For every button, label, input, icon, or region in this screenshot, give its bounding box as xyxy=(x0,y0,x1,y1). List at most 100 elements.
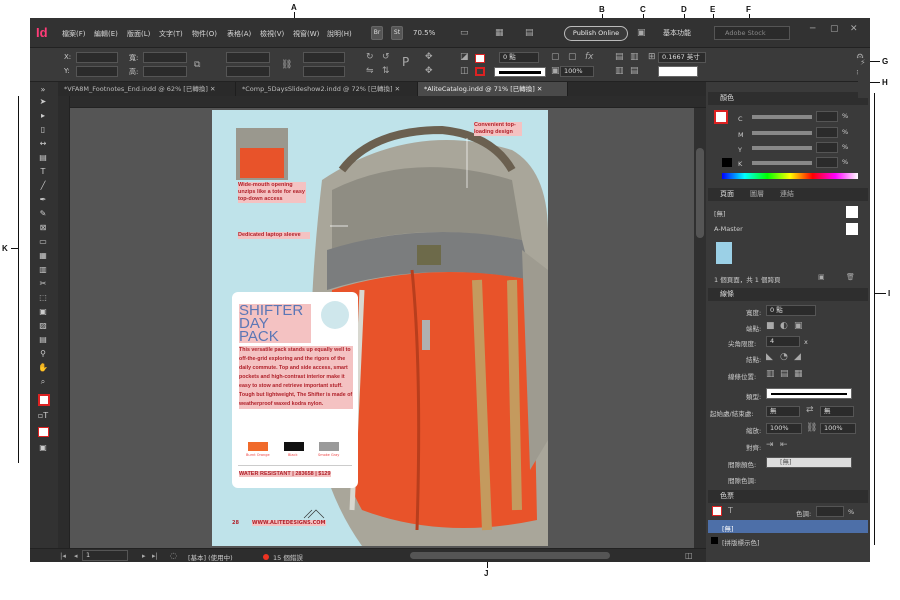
menu-help[interactable]: 說明(H) xyxy=(327,29,352,39)
direct-selection-tool-icon[interactable]: ▸ xyxy=(36,110,50,122)
scale-y-field[interactable] xyxy=(226,66,270,77)
text-wrap-icon[interactable]: ▤ xyxy=(615,52,624,62)
publish-online-button[interactable]: Publish Online xyxy=(564,26,628,41)
link-scale-chain-icon[interactable]: ⛓ xyxy=(806,423,817,433)
color-m-field[interactable] xyxy=(816,127,838,138)
fill-icon[interactable]: ◪ xyxy=(460,52,469,62)
w-field[interactable] xyxy=(143,52,187,63)
page-1-thumb[interactable] xyxy=(716,242,732,264)
table-tool-icon[interactable]: ▦ xyxy=(36,250,50,262)
align-outside-icon[interactable]: ▦ xyxy=(794,369,803,379)
flip-h-icon[interactable]: ⇋ xyxy=(366,66,374,76)
formatting-container-icon[interactable]: ▫T xyxy=(36,410,50,422)
select-content-icon[interactable]: ✥ xyxy=(425,52,433,62)
stroke-weight-field[interactable]: 0 點 xyxy=(499,52,539,63)
swatch-tint-input[interactable] xyxy=(816,506,844,517)
color-spectrum[interactable] xyxy=(722,173,858,179)
fx-icon[interactable]: fx xyxy=(585,52,594,62)
delete-page-icon[interactable]: 🗑 xyxy=(846,272,855,282)
effects-preview[interactable] xyxy=(658,66,698,77)
content-collector-icon[interactable]: ▤ xyxy=(36,152,50,164)
square-cap-icon[interactable]: ▣ xyxy=(794,321,803,331)
split-window-icon[interactable]: ◫ xyxy=(685,551,693,561)
screen-mode-tool-icon[interactable]: ▣ xyxy=(36,442,50,454)
tab-layers[interactable]: 圖層 xyxy=(750,188,764,201)
flip-v-icon[interactable]: ⇅ xyxy=(382,66,390,76)
opacity-field[interactable]: 100% xyxy=(560,66,594,77)
rotate-field[interactable] xyxy=(303,52,345,63)
horizontal-ruler[interactable] xyxy=(70,96,706,108)
drop-shadow-icon[interactable]: ▢ xyxy=(551,52,560,62)
align-inside-icon[interactable]: ▤ xyxy=(780,369,789,379)
y-field[interactable] xyxy=(76,66,118,77)
rectangle-tool-icon[interactable]: ▭ xyxy=(36,236,50,248)
color-panel-header[interactable]: 顏色 xyxy=(708,92,868,105)
menu-file[interactable]: 檔案(F) xyxy=(62,29,86,39)
stroke-swatch-none[interactable] xyxy=(475,67,485,76)
stock-button[interactable]: St xyxy=(391,26,403,40)
fill-stroke-proxy[interactable] xyxy=(714,110,728,124)
selection-p-icon[interactable]: P xyxy=(402,56,409,68)
line-tool-icon[interactable]: ╱ xyxy=(36,180,50,192)
stroke-icon[interactable]: ◫ xyxy=(460,66,469,76)
preflight-errors[interactable]: 15 個錯誤 xyxy=(273,552,303,562)
tab-pages[interactable]: 頁面 xyxy=(720,188,734,201)
preflight-profile-icon[interactable]: ◌ xyxy=(170,551,177,561)
pen-tool-icon[interactable]: ✒ xyxy=(36,194,50,206)
pages-none[interactable]: [無] xyxy=(714,208,726,218)
tab-close-icon[interactable]: ✕ xyxy=(395,85,400,93)
lightning-icon[interactable]: ⚡ xyxy=(860,58,866,68)
stroke-panel-header[interactable]: 線條 xyxy=(708,288,868,301)
next-page-icon[interactable]: ▸ xyxy=(142,551,146,561)
menu-edit[interactable]: 編輯(E) xyxy=(94,29,118,39)
gradient-swatch-tool-icon[interactable]: ▣ xyxy=(36,306,50,318)
constrain-proportions-icon[interactable]: ⧉ xyxy=(194,60,200,70)
selection-tool-icon[interactable]: ➤ xyxy=(36,96,50,108)
view-options-icon[interactable]: ▦ xyxy=(495,28,504,38)
last-page-icon[interactable]: ▸| xyxy=(152,551,158,561)
prev-page-icon[interactable]: ◂ xyxy=(74,551,78,561)
menu-table[interactable]: 表格(A) xyxy=(227,29,251,39)
menu-object[interactable]: 物件(O) xyxy=(192,29,217,39)
swatch-text-icon[interactable]: T xyxy=(728,506,733,516)
swatch-row-registration[interactable]: [拼版標示色] xyxy=(708,534,868,547)
effects-icon[interactable]: ▢ xyxy=(568,52,577,62)
pencil-tool-icon[interactable]: ✎ xyxy=(36,208,50,220)
link-scale-icon[interactable]: ⛓ xyxy=(281,60,292,70)
color-c-slider[interactable] xyxy=(752,115,812,119)
align-center-icon[interactable]: ▥ xyxy=(766,369,775,379)
align-icon[interactable]: ▥ xyxy=(615,66,624,76)
new-page-icon[interactable]: ▣ xyxy=(818,272,825,282)
collapse-toolbar-icon[interactable]: » xyxy=(36,84,50,96)
apply-none-swatch[interactable] xyxy=(38,427,49,437)
product-card[interactable]: SHIFTER DAY PACK This versatile pack sta… xyxy=(232,292,358,488)
swatch-row-none[interactable]: [無] xyxy=(708,520,868,533)
close-icon[interactable]: ✕ xyxy=(850,24,858,34)
start-arrow-select[interactable]: 無 xyxy=(766,406,800,417)
color-k-slider[interactable] xyxy=(752,161,812,165)
share-icon[interactable]: ▣ xyxy=(637,28,646,38)
color-y-field[interactable] xyxy=(816,142,838,153)
miter-limit-input[interactable]: 4 xyxy=(766,336,800,347)
vertical-scroll-thumb[interactable] xyxy=(696,148,704,238)
page-number-field[interactable]: 1 xyxy=(82,550,128,561)
color-y-slider[interactable] xyxy=(752,146,812,150)
black-swatch[interactable] xyxy=(722,158,732,167)
document-page[interactable]: Convenient top-loading design Wide-mouth… xyxy=(212,110,548,546)
screen-mode-icon[interactable]: ▭ xyxy=(460,28,469,38)
workspace-switcher[interactable]: 基本功能 xyxy=(663,28,691,38)
end-arrow-select[interactable]: 無 xyxy=(820,406,854,417)
end-scale-input[interactable]: 100% xyxy=(820,423,856,434)
type-tool-icon[interactable]: T xyxy=(36,166,50,178)
text-wrap-2-icon[interactable]: ▥ xyxy=(630,52,639,62)
menu-type[interactable]: 文字(T) xyxy=(159,29,183,39)
arrow-inside-icon[interactable]: ⇤ xyxy=(780,440,788,450)
stroke-type-preview[interactable] xyxy=(494,67,546,77)
master-status[interactable]: [基本] (使用中) xyxy=(188,552,233,562)
select-container-icon[interactable]: ✥ xyxy=(425,66,433,76)
scissors-tool-icon[interactable]: ✂ xyxy=(36,278,50,290)
fill-stroke-swatch[interactable] xyxy=(38,394,50,406)
butt-cap-icon[interactable]: ■ xyxy=(766,321,775,331)
menu-window[interactable]: 視窗(W) xyxy=(293,29,319,39)
start-scale-input[interactable]: 100% xyxy=(766,423,802,434)
